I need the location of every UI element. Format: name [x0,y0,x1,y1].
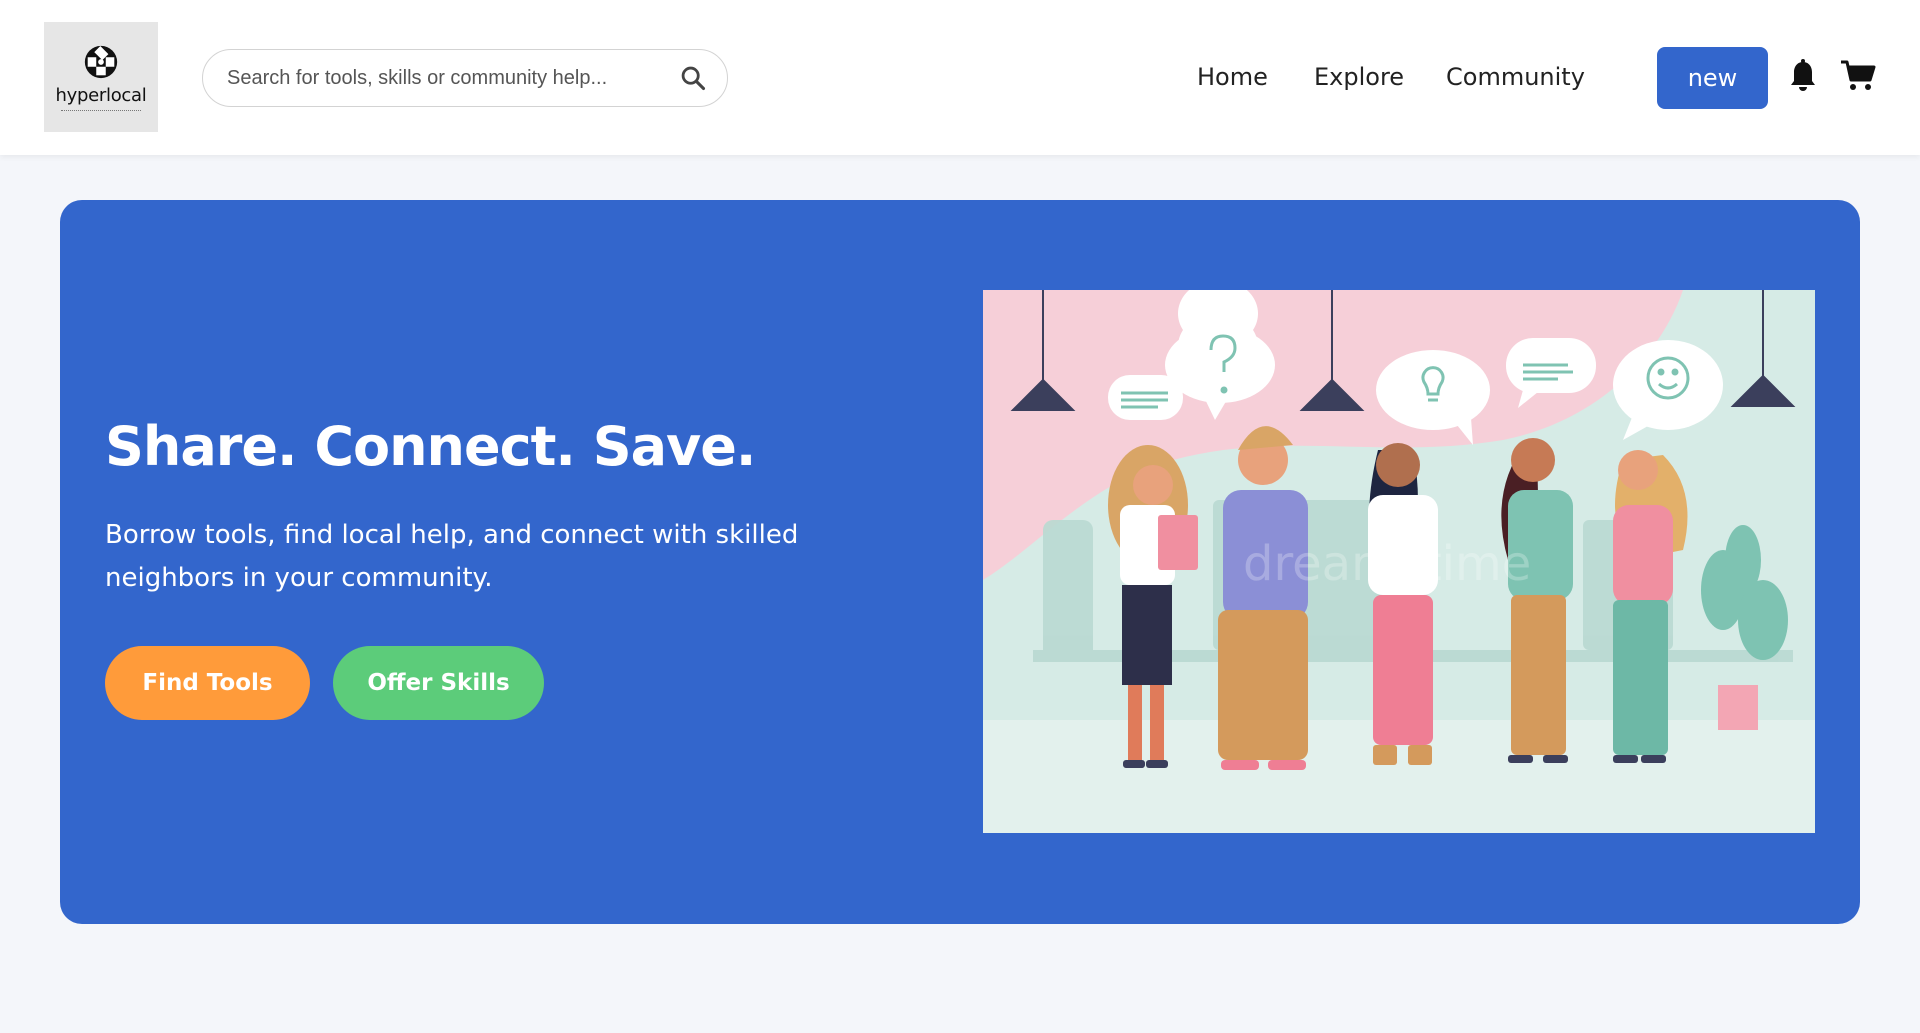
new-button[interactable]: new [1657,47,1768,109]
offer-skills-button[interactable]: Offer Skills [333,646,544,720]
nav-community-link[interactable]: Community [1446,63,1585,91]
top-header: hyperlocal Home Explore Community new [0,0,1920,155]
logo-text: hyperlocal [55,84,147,106]
hero-title: Share. Connect. Save. [105,415,756,478]
logo[interactable]: hyperlocal [44,22,158,132]
hero-banner: Share. Connect. Save. Borrow tools, find… [60,200,1860,924]
nav-community[interactable]: Community [1446,54,1585,100]
search-icon[interactable] [679,64,707,92]
nav-home[interactable]: Home [1197,54,1268,100]
bell-icon[interactable] [1788,59,1818,93]
logo-tagline [61,109,141,112]
search-input[interactable] [227,66,679,90]
nav-home-link[interactable]: Home [1197,63,1268,91]
find-tools-button[interactable]: Find Tools [105,646,310,720]
hero-subtitle: Borrow tools, find local help, and conne… [105,520,799,593]
nav-explore-link[interactable]: Explore [1314,63,1404,91]
search-bar [202,49,728,107]
logo-icon [84,45,118,78]
hero-illustration: dreamstime [983,290,1815,833]
nav-explore[interactable]: Explore [1314,54,1404,100]
cart-icon[interactable] [1840,59,1876,93]
image-watermark: dreamstime [1243,536,1531,592]
